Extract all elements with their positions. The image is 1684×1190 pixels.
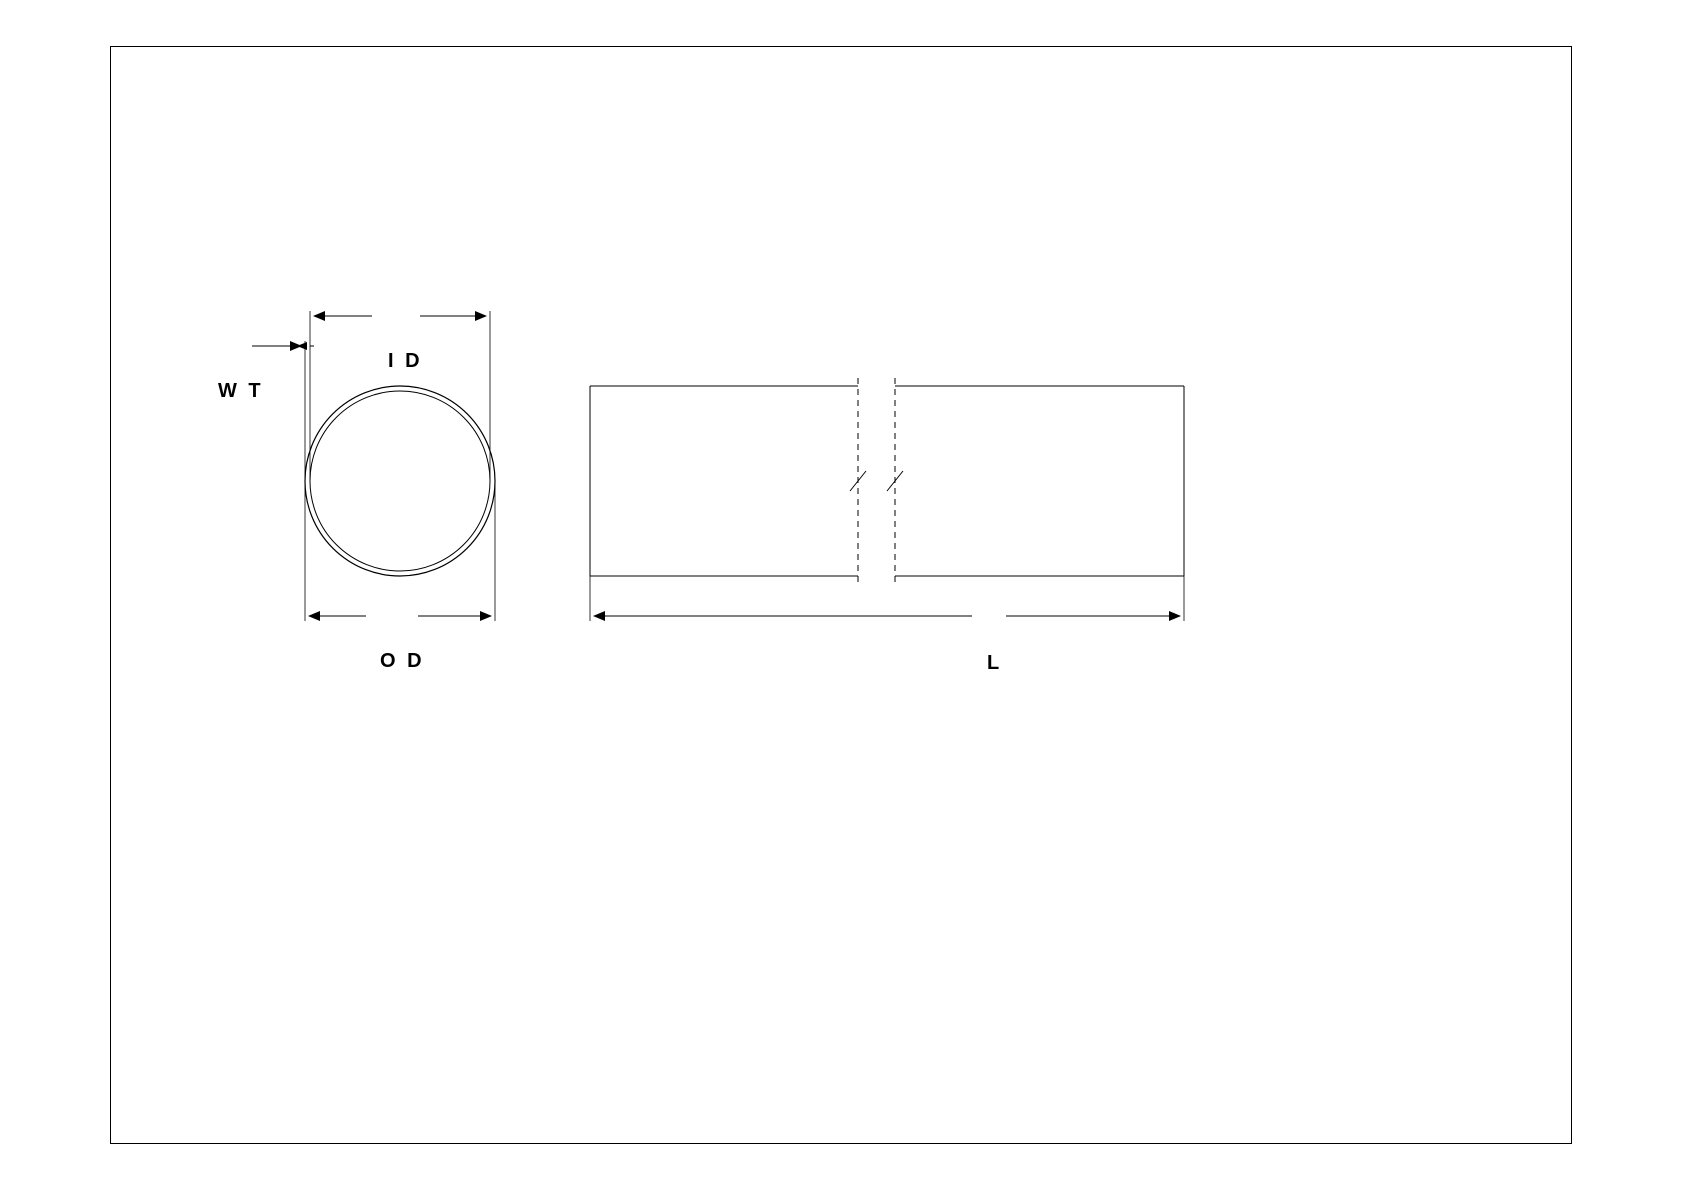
outer-circle bbox=[305, 386, 495, 576]
drawing-svg bbox=[110, 46, 1572, 1144]
inner-circle bbox=[310, 391, 490, 571]
wt-arrow-right bbox=[297, 342, 307, 350]
